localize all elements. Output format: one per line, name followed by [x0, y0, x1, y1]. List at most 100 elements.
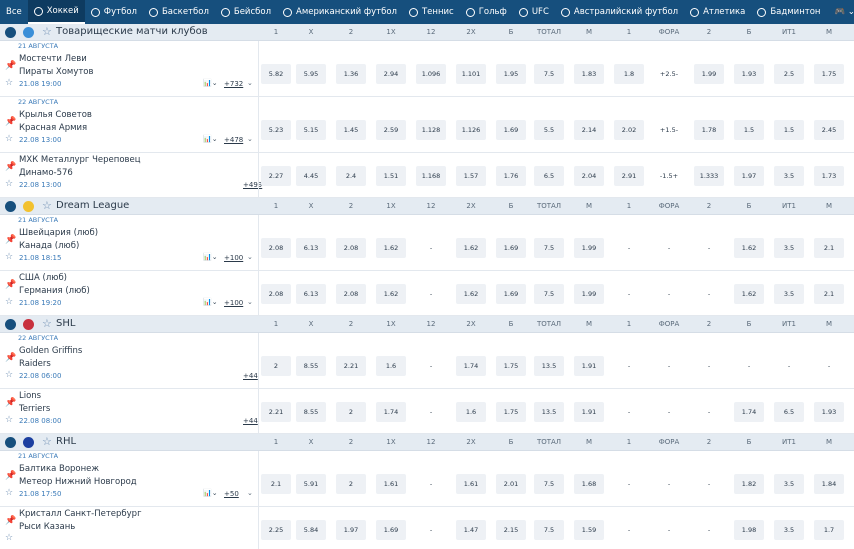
odds-cell[interactable]: 7.5: [534, 64, 564, 84]
odds-cell[interactable]: 1.59: [574, 520, 604, 540]
favorite-star-icon[interactable]: ☆: [42, 435, 52, 448]
match-row[interactable]: 📌 Lions Terriers ☆ 22.08 08:00 +44 2.21 8.55 2 1.…: [0, 389, 854, 434]
odds-cell[interactable]: 3.5: [774, 284, 804, 304]
odds-cell[interactable]: 1.6: [376, 356, 406, 376]
match-row[interactable]: 22 АВГУСТА 📌 Golden Griffins Raiders ☆ 22.08 …: [0, 333, 854, 389]
match-row[interactable]: 21 АВГУСТА 📌 Балтика Воронеж Метеор Нижний …: [0, 451, 854, 507]
stats-chart-icon[interactable]: 📊⌄: [203, 298, 218, 306]
odds-cell[interactable]: 7.5: [534, 284, 564, 304]
nav-tab-0[interactable]: Все: [0, 0, 28, 24]
odds-cell[interactable]: 2.08: [336, 238, 366, 258]
odds-cell[interactable]: 1.168: [416, 166, 446, 186]
odds-cell[interactable]: 1.333: [694, 166, 724, 186]
odds-cell[interactable]: 1.36: [336, 64, 366, 84]
odds-cell[interactable]: 2.27: [261, 166, 291, 186]
stats-chart-icon[interactable]: 📊⌄: [203, 79, 218, 87]
odds-cell[interactable]: 2: [336, 402, 366, 422]
stats-chart-icon[interactable]: 📊⌄: [203, 253, 218, 261]
odds-cell[interactable]: 2.04: [574, 166, 604, 186]
odds-cell[interactable]: 1.83: [574, 64, 604, 84]
odds-cell[interactable]: 3.5: [774, 520, 804, 540]
league-header[interactable]: ☆ Товарищеские матчи клубов 1 X 2 1X 12 2X Б ТОТА…: [0, 24, 854, 41]
match-row[interactable]: 📌 МХК Металлург Череповец Динамо-576 ☆ 22.08…: [0, 153, 854, 198]
more-markets-link[interactable]: +732: [224, 80, 243, 88]
odds-cell[interactable]: 1.74: [376, 402, 406, 422]
odds-cell[interactable]: 1.69: [376, 520, 406, 540]
more-markets-link[interactable]: +44: [243, 417, 258, 425]
odds-cell[interactable]: 5.91: [296, 474, 326, 494]
odds-cell[interactable]: 1.91: [574, 356, 604, 376]
favorite-star-icon[interactable]: ☆: [5, 179, 13, 189]
chevron-down-icon[interactable]: ⌄: [247, 135, 253, 143]
league-header[interactable]: ☆ Dream League 1 X 2 1X 12 2X Б ТОТАЛ М 1 ФОРА 2 Б ИТ1 М: [0, 198, 854, 215]
more-markets-link[interactable]: +100: [224, 299, 243, 307]
team-name[interactable]: Красная Армия: [19, 123, 87, 133]
match-row[interactable]: 22 АВГУСТА 📌 Крылья Советов Красная Армия ☆ 2…: [0, 97, 854, 153]
team-name[interactable]: Рыси Казань: [19, 522, 75, 532]
odds-cell[interactable]: 2.45: [814, 120, 844, 140]
odds-cell[interactable]: 1.93: [734, 64, 764, 84]
team-name[interactable]: Мостечти Леви: [19, 54, 87, 64]
odds-cell[interactable]: 1.75: [496, 356, 526, 376]
odds-cell[interactable]: 2.1: [814, 238, 844, 258]
odds-cell[interactable]: 1.47: [456, 520, 486, 540]
odds-cell[interactable]: 1.8: [614, 64, 644, 84]
odds-cell[interactable]: 1.99: [574, 238, 604, 258]
odds-cell[interactable]: 2.59: [376, 120, 406, 140]
team-name[interactable]: Крылья Советов: [19, 110, 92, 120]
odds-cell[interactable]: 13.5: [534, 402, 564, 422]
favorite-star-icon[interactable]: ☆: [5, 370, 13, 380]
favorite-star-icon[interactable]: ☆: [5, 488, 13, 498]
team-name[interactable]: Метеор Нижний Новгород: [19, 477, 137, 487]
odds-cell[interactable]: 1.128: [416, 120, 446, 140]
match-row[interactable]: 21 АВГУСТА 📌 Мостечти Леви Пираты Хомутов ☆ 2…: [0, 41, 854, 97]
match-row[interactable]: 21 АВГУСТА 📌 Швейцария (люб) Канада (люб) ☆ 2…: [0, 215, 854, 271]
nav-tab-11[interactable]: Бадминтон: [751, 0, 826, 24]
pin-icon[interactable]: 📌: [5, 471, 16, 481]
team-name[interactable]: Golden Griffins: [19, 346, 82, 356]
odds-cell[interactable]: 2: [336, 474, 366, 494]
odds-cell[interactable]: +2.5-: [654, 64, 684, 84]
odds-cell[interactable]: 2.15: [496, 520, 526, 540]
odds-cell[interactable]: 2: [261, 356, 291, 376]
odds-cell[interactable]: 1.75: [496, 402, 526, 422]
team-name[interactable]: МХК Металлург Череповец: [19, 155, 141, 165]
odds-cell[interactable]: 1.74: [734, 402, 764, 422]
odds-cell[interactable]: 13.5: [534, 356, 564, 376]
team-name[interactable]: Terriers: [19, 404, 50, 414]
nav-tab-3[interactable]: Баскетбол: [143, 0, 215, 24]
team-name[interactable]: Динамо-576: [19, 168, 73, 178]
odds-cell[interactable]: -1.5+: [654, 166, 684, 186]
odds-cell[interactable]: 1.62: [376, 284, 406, 304]
odds-cell[interactable]: 3.5: [774, 166, 804, 186]
odds-cell[interactable]: 5.15: [296, 120, 326, 140]
pin-icon[interactable]: 📌: [5, 398, 16, 408]
odds-cell[interactable]: 2.1: [814, 284, 844, 304]
odds-cell[interactable]: 1.62: [734, 238, 764, 258]
league-header[interactable]: ☆ SHL 1 X 2 1X 12 2X Б ТОТАЛ М 1 ФОРА 2 Б ИТ1 М: [0, 316, 854, 333]
odds-cell[interactable]: 1.84: [814, 474, 844, 494]
more-markets-link[interactable]: +100: [224, 254, 243, 262]
odds-cell[interactable]: 5.84: [296, 520, 326, 540]
odds-cell[interactable]: 1.62: [376, 238, 406, 258]
more-markets-link[interactable]: +50: [224, 490, 239, 498]
odds-cell[interactable]: 1.69: [496, 284, 526, 304]
odds-cell[interactable]: 1.62: [456, 284, 486, 304]
odds-cell[interactable]: 1.82: [734, 474, 764, 494]
team-name[interactable]: Швейцария (люб): [19, 228, 98, 238]
odds-cell[interactable]: 1.62: [456, 238, 486, 258]
odds-cell[interactable]: 1.91: [574, 402, 604, 422]
pin-icon[interactable]: 📌: [5, 235, 16, 245]
odds-cell[interactable]: 1.68: [574, 474, 604, 494]
chevron-down-icon[interactable]: ⌄: [247, 253, 253, 261]
odds-cell[interactable]: 7.5: [534, 520, 564, 540]
stats-chart-icon[interactable]: 📊⌄: [203, 489, 218, 497]
chevron-down-icon[interactable]: ⌄: [247, 79, 253, 87]
favorite-star-icon[interactable]: ☆: [42, 25, 52, 38]
odds-cell[interactable]: 1.5: [774, 120, 804, 140]
odds-cell[interactable]: 1.78: [694, 120, 724, 140]
odds-cell[interactable]: 1.45: [336, 120, 366, 140]
team-name[interactable]: Канада (люб): [19, 241, 79, 251]
odds-cell[interactable]: 7.5: [534, 238, 564, 258]
team-name[interactable]: Балтика Воронеж: [19, 464, 99, 474]
